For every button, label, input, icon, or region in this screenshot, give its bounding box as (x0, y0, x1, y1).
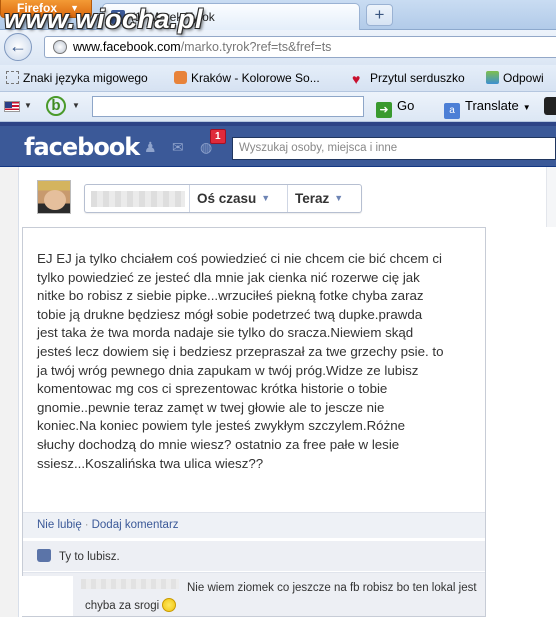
us-flag-icon[interactable] (4, 101, 20, 112)
timeline-label: Oś czasu (197, 191, 257, 206)
add-comment-link[interactable]: Dodaj komentarz (92, 519, 179, 531)
comment-text-block: Nie wiem ziomek co jeszcze na fb robisz … (85, 579, 485, 615)
bookmarks-toolbar: Znaki języka migowego Kraków - Kolorowe … (0, 65, 556, 92)
left-gutter (0, 167, 19, 617)
profile-avatar[interactable] (37, 180, 71, 214)
facebook-search-input[interactable]: Wyszukaj osoby, miejsca i inne (232, 137, 556, 160)
now-label: Teraz (295, 191, 330, 206)
watermark: www.wiocha.pl (4, 4, 204, 34)
comment: Nie wiem ziomek co jeszcze na fb robisz … (19, 572, 485, 616)
comment-avatar-redacted (19, 576, 73, 616)
thumbs-up-icon (37, 549, 51, 562)
facebook-header: facebook ♟ ✉ ◍ 1 Wyszukaj osoby, miejsca… (0, 122, 556, 167)
page-icon (6, 71, 19, 84)
timeline-nav-bar: Oś czasu ▼ Teraz ▼ (84, 184, 362, 213)
likes-summary: Ty to lubisz. (23, 541, 485, 571)
blurred-profile-name (91, 191, 185, 207)
right-blank-area (486, 227, 556, 617)
chevron-down-icon[interactable]: ▼ (72, 101, 80, 110)
chevron-down-icon: ▼ (334, 193, 344, 203)
bookmark-label: Znaki języka migowego (23, 71, 148, 85)
translate-icon: a (444, 103, 460, 119)
notification-count-badge: 1 (210, 129, 226, 144)
image-icon (486, 71, 499, 84)
unlike-link[interactable]: Nie lubię (37, 519, 82, 531)
go-label: Go (397, 98, 415, 113)
wall-post: EJ EJ ja tylko chciałem coś powiedzieć c… (19, 227, 486, 617)
likes-text[interactable]: Ty to lubisz. (59, 551, 120, 563)
globe-icon (53, 40, 67, 54)
post-text: EJ EJ ja tylko chciałem coś powiedzieć c… (37, 251, 444, 471)
url-text: www.facebook.com/marko.tyrok?ref=ts&fref… (73, 40, 331, 54)
search-toolbar: ▼ b ▼ ➜ Go a Translate ▼ (0, 92, 556, 122)
divider (287, 185, 288, 212)
new-tab-button[interactable]: + (366, 4, 393, 26)
go-button[interactable]: ➜ Go (376, 98, 414, 118)
heart-icon: ♥ (352, 71, 361, 87)
separator-dot: · (84, 519, 89, 531)
chevron-down-icon: ▼ (261, 193, 271, 203)
bookmark-item[interactable]: Odpowi (486, 71, 544, 85)
bookmark-item[interactable]: ♥ Przytul serduszko (352, 71, 465, 86)
toolbar-search-input[interactable] (92, 96, 364, 117)
toolbar-extension-icon[interactable] (544, 97, 556, 115)
url-domain: www.facebook.com (73, 40, 181, 54)
post-actions: Nie lubię · Dodaj komentarz (23, 512, 485, 538)
messages-icon[interactable]: ✉ (172, 140, 188, 154)
url-path: /marko.tyrok?ref=ts&fref=ts (180, 40, 332, 54)
bookmark-item[interactable]: Kraków - Kolorowe So... (174, 71, 320, 85)
bookmark-label: Kraków - Kolorowe So... (191, 71, 320, 85)
back-button[interactable]: ← (4, 33, 32, 61)
bookmark-item[interactable]: Znaki języka migowego (6, 71, 148, 85)
navigation-bar: ← www.facebook.com/marko.tyrok?ref=ts&fr… (0, 30, 556, 65)
bookmark-label: Odpowi (503, 71, 544, 85)
bookmark-label: Przytul serduszko (370, 71, 465, 85)
translate-label: Translate (465, 98, 519, 113)
arrow-right-icon: ➜ (376, 102, 392, 118)
friend-requests-icon[interactable]: ♟ (144, 140, 160, 154)
page-icon (174, 71, 187, 84)
facebook-logo[interactable]: facebook (24, 133, 140, 161)
bing-logo-icon[interactable]: b (46, 96, 66, 116)
timeline-page: Oś czasu ▼ Teraz ▼ EJ EJ ja tylko chciałem… (0, 167, 556, 617)
now-dropdown[interactable]: Teraz ▼ (295, 191, 343, 206)
comment-text: Nie wiem ziomek co jeszcze na fb robisz … (85, 582, 477, 612)
chevron-down-icon[interactable]: ▼ (24, 101, 32, 110)
divider (189, 185, 190, 212)
translate-button[interactable]: a Translate ▼ (444, 98, 531, 119)
smiley-emoticon-icon (162, 598, 177, 612)
chevron-down-icon: ▼ (522, 103, 531, 112)
timeline-dropdown[interactable]: Oś czasu ▼ (197, 191, 270, 206)
url-bar[interactable]: www.facebook.com/marko.tyrok?ref=ts&fref… (44, 36, 556, 58)
